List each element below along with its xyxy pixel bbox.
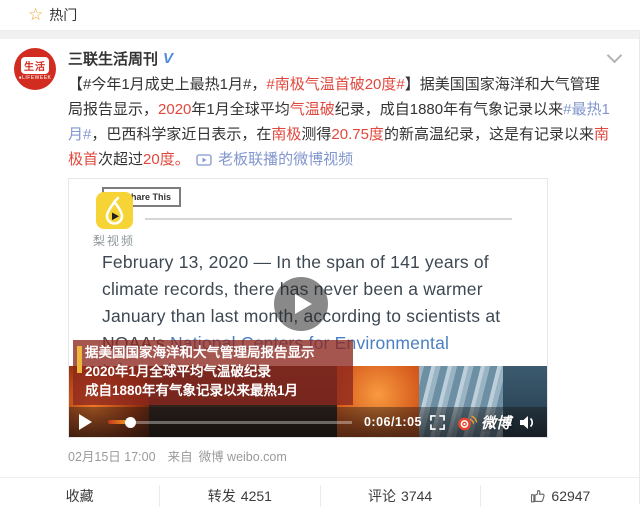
action-bar: 收藏 转发 4251 评论 3744 62947 xyxy=(0,477,640,513)
favorite-label: 收藏 xyxy=(66,486,94,506)
post-text-segment: 的新高温纪录，这是有记录以来 xyxy=(384,126,594,143)
avatar-logo-subtext: ●LIFEWEEK xyxy=(19,75,52,81)
post-text-segment: 测得 xyxy=(301,126,331,143)
banner-line: 2020年1月全球平均气温破纪录 xyxy=(85,362,347,381)
post-text-segment[interactable]: 老板联播的微博视频 xyxy=(218,151,353,168)
verified-badge-icon: V xyxy=(163,50,173,67)
avatar-logo-text: 生活 xyxy=(21,57,49,74)
post-text-segment: 【#今年1月成史上最热1月#， xyxy=(68,76,266,93)
player-controls: 0:06/1:05 微博 xyxy=(69,407,547,437)
comment-label: 评论 xyxy=(368,486,396,506)
comment-button[interactable]: 评论 3744 xyxy=(320,485,480,507)
post-text-segment: 年1月全球平均 xyxy=(191,101,289,118)
banner-accent-bar xyxy=(77,346,82,373)
video-player[interactable]: Share This 梨视频 February 13, 2020 — In th… xyxy=(68,178,548,438)
weibo-logo: 微博 xyxy=(457,412,511,433)
weibo-post-card: 生活 ●LIFEWEEK 三联生活周刊 V 【#今年1月成史上最热1月#，#南极… xyxy=(0,39,640,513)
player-play-icon[interactable] xyxy=(79,414,92,430)
repost-button[interactable]: 转发 4251 xyxy=(159,485,319,507)
progress-bar[interactable] xyxy=(108,417,352,428)
post-text-segment[interactable]: 20度。 xyxy=(143,151,190,168)
post-text-segment[interactable]: 20.75度 xyxy=(331,126,384,143)
progress-track xyxy=(136,421,352,424)
repost-label: 转发 xyxy=(208,486,236,506)
post-timestamp: 02月15日 17:00 xyxy=(68,446,156,465)
time-display: 0:06/1:05 xyxy=(364,415,422,429)
banner-line: 据美国国家海洋和大气管理局报告显示 xyxy=(85,343,347,362)
avatar[interactable]: 生活 ●LIFEWEEK xyxy=(14,48,56,90)
pear-video-logo-icon xyxy=(96,192,133,229)
hot-topics-label: 热门 xyxy=(49,5,77,25)
volume-icon[interactable] xyxy=(519,415,537,430)
video-link-icon[interactable] xyxy=(196,154,212,166)
play-button[interactable] xyxy=(274,277,328,331)
post-text-segment[interactable]: 2020 xyxy=(158,101,191,118)
post-text-segment[interactable]: #南极气温首破20度# xyxy=(266,76,404,93)
post-header: 三联生活周刊 V xyxy=(68,48,614,68)
quote-divider-line xyxy=(145,218,512,220)
post-text-segment[interactable]: 气温破 xyxy=(290,101,335,118)
section-divider xyxy=(0,31,640,39)
progress-handle[interactable] xyxy=(125,417,136,428)
pear-video-watermark: 梨视频 xyxy=(93,232,135,249)
video-subtitle-banner: 据美国国家海洋和大气管理局报告显示2020年1月全球平均气温破纪录成自1880年… xyxy=(73,340,353,405)
post-text-segment: ，巴西科学家近日表示，在 xyxy=(91,126,271,143)
post-text-segment: 次超过 xyxy=(98,151,143,168)
repost-count: 4251 xyxy=(241,488,272,504)
like-count: 62947 xyxy=(551,488,590,504)
weibo-logo-text: 微博 xyxy=(481,412,511,433)
source-link[interactable]: 微博 weibo.com xyxy=(199,446,287,465)
post-text-segment: 纪录，成自1880年有气象记录以来 xyxy=(335,101,563,118)
progress-fill xyxy=(108,420,126,424)
source-prefix: 来自 xyxy=(168,446,193,465)
hot-star-icon: ☆ xyxy=(28,6,43,23)
play-icon xyxy=(295,294,312,314)
weibo-eye-icon xyxy=(457,414,478,431)
comment-count: 3744 xyxy=(401,488,432,504)
thumbs-up-icon xyxy=(530,488,546,504)
post-meta: 02月15日 17:00 来自 微博 weibo.com xyxy=(68,446,614,465)
banner-line: 成自1880年有气象记录以来最热1月 xyxy=(85,381,347,400)
author-name[interactable]: 三联生活周刊 xyxy=(68,48,158,69)
fullscreen-icon[interactable] xyxy=(430,415,445,430)
post-text: 【#今年1月成史上最热1月#，#南极气温首破20度#】据美国国家海洋和大气管理局… xyxy=(68,72,614,172)
post-text-segment[interactable]: 南极 xyxy=(271,126,301,143)
like-button[interactable]: 62947 xyxy=(480,485,640,507)
hot-topics-bar[interactable]: ☆ 热门 xyxy=(0,0,640,31)
favorite-button[interactable]: 收藏 xyxy=(0,485,159,507)
